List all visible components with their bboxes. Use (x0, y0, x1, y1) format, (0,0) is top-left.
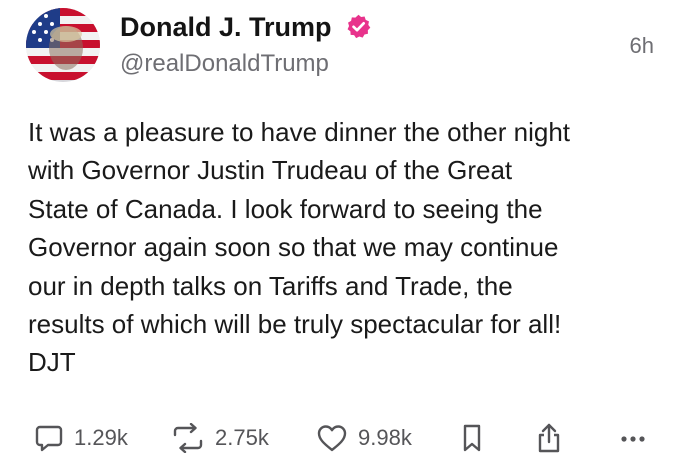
verified-badge-icon (347, 14, 371, 39)
more-options-button[interactable] (618, 421, 648, 455)
post-text-line: It was a pleasure to have dinner the oth… (28, 117, 571, 147)
like-count: 9.98k (358, 425, 412, 450)
more-icon (621, 436, 645, 442)
post-text-line: results of which will be truly spectacul… (28, 309, 562, 340)
post-text-line: Governor again soon so that we may conti… (28, 232, 559, 263)
display-name[interactable]: Donald J. Trump (120, 12, 332, 43)
share-icon (538, 423, 560, 453)
retruth-button[interactable]: 2.75k (171, 421, 269, 455)
user-handle[interactable]: @realDonaldTrump (120, 50, 329, 78)
like-button[interactable]: 9.98k (316, 421, 412, 455)
post-text-line: State of Canada. I look forward to seein… (28, 193, 543, 224)
bookmark-button[interactable] (460, 421, 484, 455)
reply-count: 1.29k (74, 425, 128, 450)
post-text-line: our in depth talks on Tariffs and Trade,… (28, 270, 513, 301)
post-actions-bar: 1.29k 2.75k 9.98k (34, 421, 664, 455)
post-text-line: DJT (28, 347, 76, 378)
avatar[interactable] (26, 8, 100, 82)
reply-button[interactable]: 1.29k (34, 421, 128, 455)
post-timestamp[interactable]: 6h (630, 33, 654, 59)
bookmark-icon (463, 424, 481, 452)
share-button[interactable] (534, 421, 564, 455)
post-card: Donald J. Trump @realDonaldTrump 6h It w… (0, 0, 680, 470)
reply-icon (35, 425, 63, 452)
retruth-icon (173, 423, 203, 453)
post-text-line: with Governor Justin Trudeau of the Grea… (28, 155, 513, 186)
retruth-count: 2.75k (215, 425, 269, 450)
post-text: It was a pleasure to have dinner the oth… (28, 113, 668, 382)
avatar-image (26, 8, 100, 82)
heart-icon (317, 425, 347, 452)
